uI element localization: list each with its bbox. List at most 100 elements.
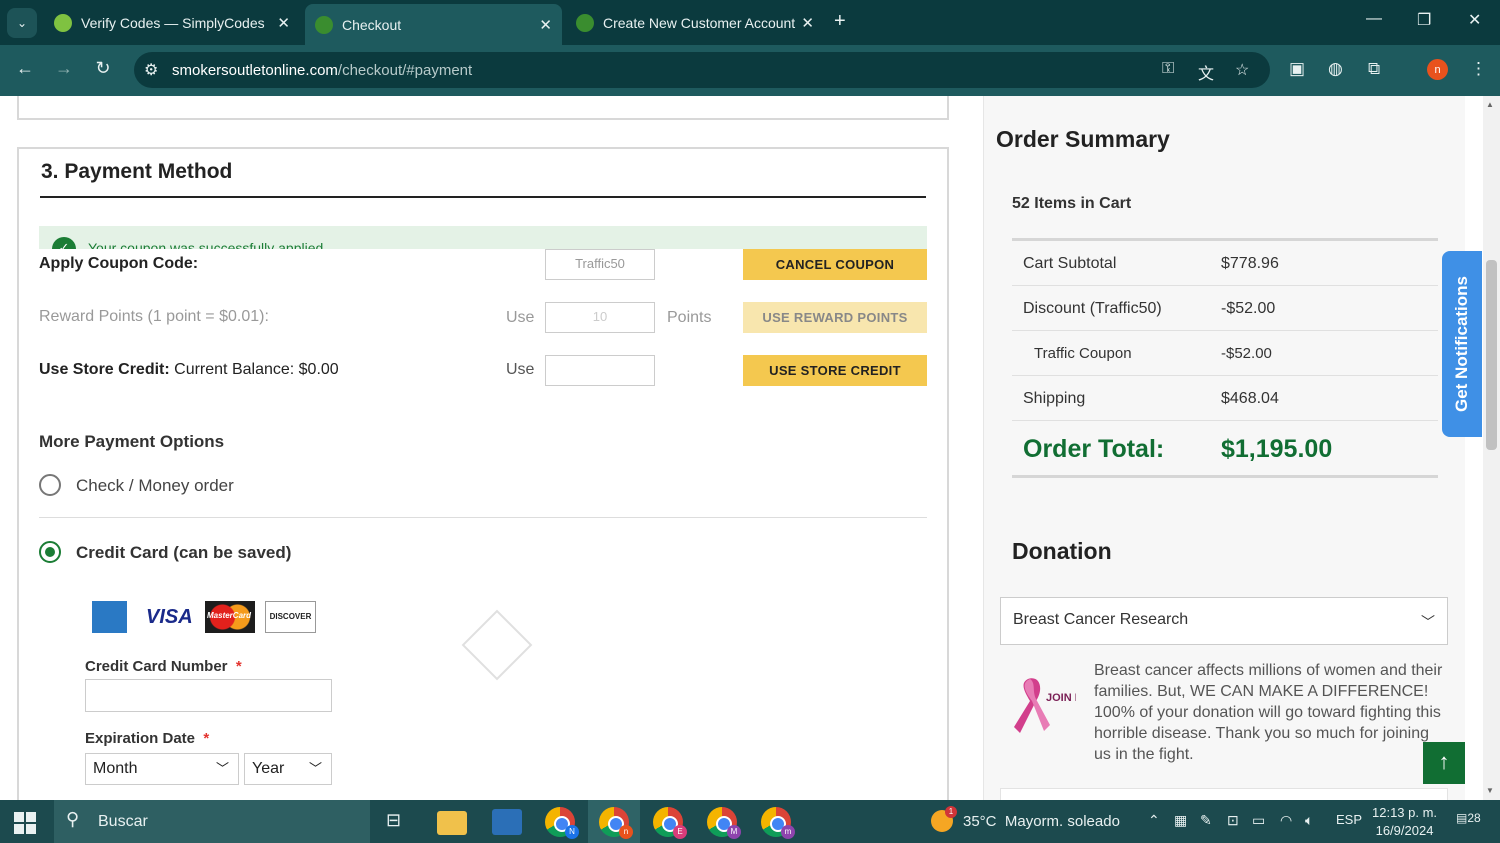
store-credit-label: Use Store Credit: Current Balance: $0.00	[39, 361, 339, 378]
globe-extension-icon[interactable]: ◍	[1328, 59, 1343, 79]
address-bar[interactable]: smokersoutletonline.com/checkout/#paymen…	[134, 52, 1270, 88]
task-view-icon[interactable]: ⊟	[386, 810, 401, 831]
weather-widget[interactable]: 35°C Mayorm. soleado	[963, 813, 1120, 830]
cc-number-input[interactable]	[85, 679, 332, 712]
summary-row: Discount (Traffic50) -$52.00	[1012, 286, 1438, 331]
search-icon: ⚲	[66, 809, 80, 829]
store-app-icon[interactable]	[492, 809, 522, 835]
password-key-icon[interactable]: ⚿	[1162, 60, 1174, 78]
close-tab-icon[interactable]: ✕	[277, 14, 290, 32]
donation-description: Breast cancer affects millions of women …	[1094, 662, 1443, 763]
mastercard-card-icon: MasterCard	[205, 601, 255, 633]
profile-avatar[interactable]: n	[1427, 59, 1448, 80]
order-summary-panel: Order Summary 52 Items in Cart Cart Subt…	[983, 96, 1465, 800]
new-tab-button[interactable]: +	[834, 10, 846, 33]
minimize-button[interactable]: —	[1366, 10, 1382, 28]
donation-select[interactable]: Breast Cancer Research ﹀	[1000, 597, 1448, 645]
more-payment-options-heading: More Payment Options	[39, 432, 225, 451]
option-divider	[39, 517, 927, 518]
exp-month-select[interactable]: Month ﹀	[85, 753, 239, 785]
browser-menu-icon[interactable]: ⋮	[1470, 59, 1487, 79]
extensions-puzzle-icon[interactable]: ⧉	[1368, 59, 1380, 79]
windows-start-icon[interactable]	[14, 812, 36, 834]
tab-simplycodes[interactable]: Verify Codes — SimplyCodes ✕	[44, 6, 300, 40]
payment-method-title: 3. Payment Method	[41, 160, 233, 183]
reward-points-input[interactable]: 10	[545, 302, 655, 333]
weather-sun-icon[interactable]: 1	[931, 806, 957, 832]
site-info-icon[interactable]: ⚙	[144, 60, 158, 80]
scroll-down-icon[interactable]: ▼	[1486, 786, 1494, 795]
expiration-date-label: Expiration Date *	[85, 730, 210, 747]
title-divider	[40, 196, 926, 198]
tab-create-account[interactable]: Create New Customer Account ✕	[566, 6, 824, 40]
reward-points-label: Reward Points (1 point = $0.01):	[39, 308, 269, 325]
store-credit-use-label: Use	[506, 361, 535, 378]
summary-row: Cart Subtotal $778.96	[1012, 241, 1438, 286]
wifi-icon[interactable]: ◠	[1280, 812, 1292, 829]
check-money-order-label[interactable]: Check / Money order	[76, 476, 234, 496]
donation-title: Donation	[1012, 538, 1112, 564]
taskbar-clock[interactable]: 12:13 p. m. 16/9/2024	[1372, 804, 1437, 840]
previous-step-box	[17, 96, 949, 120]
check-money-order-radio[interactable]	[39, 474, 61, 496]
chrome-profile-icon[interactable]: n	[599, 807, 633, 839]
discover-card-icon: DISCOVER	[265, 601, 316, 633]
get-notifications-tab[interactable]: Get Notifications	[1442, 251, 1482, 437]
close-tab-icon[interactable]: ✕	[801, 14, 814, 32]
chrome-profile-icon[interactable]: M	[707, 807, 741, 839]
chevron-down-icon: ﹀	[215, 761, 229, 776]
reward-points-unit: Points	[667, 309, 712, 326]
visa-card-icon: VISA	[146, 606, 193, 628]
cc-number-label: Credit Card Number *	[85, 658, 242, 675]
cancel-coupon-button[interactable]: CANCEL COUPON	[743, 249, 927, 280]
smokers-outlet-favicon-icon	[315, 15, 333, 34]
check-icon: ✓	[52, 237, 76, 249]
bookmark-star-icon[interactable]: ☆	[1235, 60, 1249, 80]
restore-button[interactable]: ❐	[1417, 10, 1431, 30]
forward-icon[interactable]: →	[51, 58, 77, 79]
chrome-profile-icon[interactable]: E	[653, 807, 687, 839]
tray-app-icon[interactable]: ▦	[1174, 812, 1187, 829]
donation-amount-box	[1000, 788, 1448, 800]
tab-strip: ⌄ Verify Codes — SimplyCodes ✕ Checkout …	[0, 0, 1500, 45]
simplycodes-favicon-icon	[54, 14, 72, 32]
back-icon[interactable]: ←	[12, 58, 38, 79]
chrome-profile-icon[interactable]: m	[761, 807, 795, 839]
taskbar-search[interactable]: ⚲ Buscar	[54, 800, 370, 843]
tray-overflow-icon[interactable]: ⌃	[1148, 812, 1160, 829]
chevron-down-icon: ﹀	[308, 761, 322, 776]
join-fight-ribbon-logo: JOIN FIGHT	[1006, 671, 1108, 741]
chrome-profile-icon[interactable]: N	[545, 807, 579, 839]
tab-checkout[interactable]: Checkout ✕	[305, 4, 562, 45]
coupon-input[interactable]: Traffic50	[545, 249, 655, 280]
smokers-outlet-favicon-icon	[576, 14, 594, 32]
scrollbar-thumb[interactable]	[1486, 260, 1497, 450]
battery-icon[interactable]: ▭	[1252, 812, 1265, 829]
credit-card-label[interactable]: Credit Card (can be saved)	[76, 543, 291, 563]
credit-card-radio[interactable]	[39, 541, 61, 563]
tab-search-button[interactable]: ⌄	[7, 8, 37, 38]
tray-meet-icon[interactable]: ⊡	[1227, 812, 1239, 829]
store-credit-input[interactable]	[545, 355, 655, 386]
amex-card-icon	[92, 601, 127, 633]
reload-icon[interactable]: ↻	[90, 58, 116, 79]
volume-muted-icon[interactable]: 🔈︎	[1305, 812, 1313, 829]
scroll-to-top-button[interactable]: ↑	[1423, 742, 1465, 784]
use-store-credit-button[interactable]: USE STORE CREDIT	[743, 355, 927, 386]
order-total-row: Order Total: $1,195.00	[1012, 421, 1438, 478]
notification-center-icon[interactable]: ▤28	[1456, 811, 1481, 825]
coupon-label: Apply Coupon Code:	[39, 255, 199, 272]
close-tab-icon[interactable]: ✕	[539, 16, 552, 34]
file-explorer-icon[interactable]	[437, 811, 467, 835]
scroll-up-icon[interactable]: ▲	[1486, 100, 1494, 109]
order-summary-title: Order Summary	[996, 126, 1170, 152]
language-indicator[interactable]: ESP	[1336, 812, 1362, 827]
items-in-cart: 52 Items in Cart	[1012, 195, 1132, 212]
translate-icon[interactable]: 文	[1198, 60, 1214, 84]
exp-year-select[interactable]: Year ﹀	[244, 753, 332, 785]
use-reward-points-button[interactable]: USE REWARD POINTS	[743, 302, 927, 333]
outlook-extension-icon[interactable]: ▣	[1289, 59, 1305, 79]
reward-use-label: Use	[506, 309, 535, 326]
close-window-button[interactable]: ✕	[1468, 10, 1481, 30]
tray-pen-icon[interactable]: ✎	[1200, 812, 1212, 829]
